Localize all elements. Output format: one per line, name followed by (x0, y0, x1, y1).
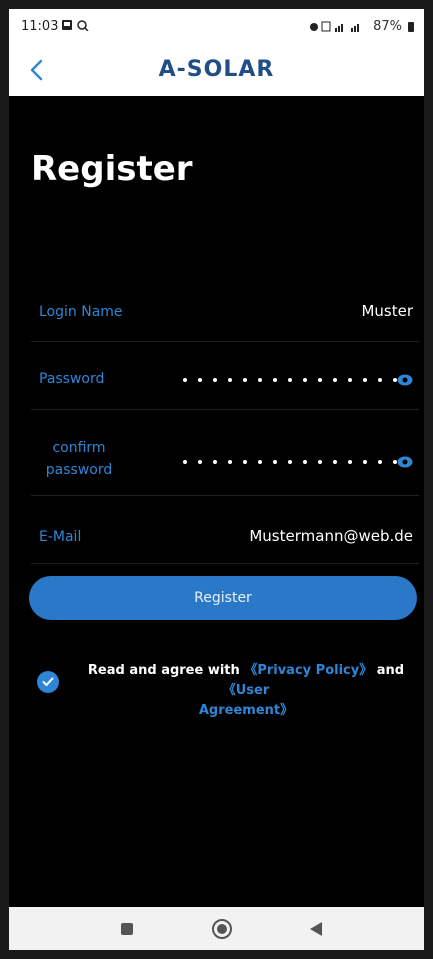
email-field[interactable]: E-Mail Mustermann@web.de (31, 515, 419, 564)
show-password-eye-icon[interactable] (397, 374, 413, 386)
privacy-policy-link[interactable]: 《Privacy Policy》 (244, 663, 372, 678)
back-button[interactable] (306, 907, 326, 950)
agree-checkbox[interactable] (37, 671, 59, 693)
login-name-field[interactable]: Login Name Muster (31, 289, 419, 342)
home-circle-icon (212, 918, 232, 939)
battery-icon (408, 21, 414, 32)
user-agreement-link-cont[interactable]: Agreement》 (199, 703, 293, 718)
status-right: 87% (309, 19, 414, 34)
recent-apps-button[interactable] (115, 907, 139, 950)
app-frame: 11:03 87% A-SOLAR Register Login Name Mu… (9, 9, 424, 950)
square-icon (121, 922, 133, 935)
gallery-icon (62, 20, 89, 32)
agreement-prefix: Read and agree with (87, 663, 240, 678)
header-bar: 11:03 87% A-SOLAR (9, 9, 424, 96)
login-name-value[interactable]: Muster (361, 302, 413, 320)
register-button[interactable]: Register (29, 576, 417, 620)
system-nav-bar (9, 907, 424, 950)
user-agreement-link[interactable]: 《User (223, 683, 270, 698)
checkmark-icon (42, 677, 54, 686)
signal-icons (310, 21, 360, 32)
confirm-password-label: confirm password (39, 437, 119, 481)
agreement-and: and (376, 663, 405, 678)
confirm-label-line2: password (45, 462, 113, 478)
agreement-text: Read and agree with 《Privacy Policy》 and… (81, 661, 411, 721)
confirm-password-masked-value[interactable] (183, 460, 397, 464)
page-title: Register (31, 149, 193, 189)
status-bar: 11:03 87% (9, 9, 424, 41)
login-name-label: Login Name (39, 304, 123, 320)
password-label: Password (39, 371, 105, 387)
status-time: 11:03 (21, 19, 59, 34)
battery-percent: 87% (373, 19, 402, 34)
show-confirm-password-eye-icon[interactable] (397, 456, 413, 468)
confirm-password-field[interactable]: confirm password (31, 427, 419, 496)
brand-title: A-SOLAR (158, 57, 275, 82)
email-value[interactable]: Mustermann@web.de (249, 527, 413, 545)
home-button[interactable] (209, 907, 235, 950)
notification-icons (62, 19, 94, 34)
confirm-label-line1: confirm (52, 440, 106, 456)
password-masked-value[interactable] (183, 378, 397, 382)
back-triangle-icon (310, 921, 322, 936)
password-field[interactable]: Password (31, 355, 419, 410)
email-label: E-Mail (39, 529, 82, 545)
